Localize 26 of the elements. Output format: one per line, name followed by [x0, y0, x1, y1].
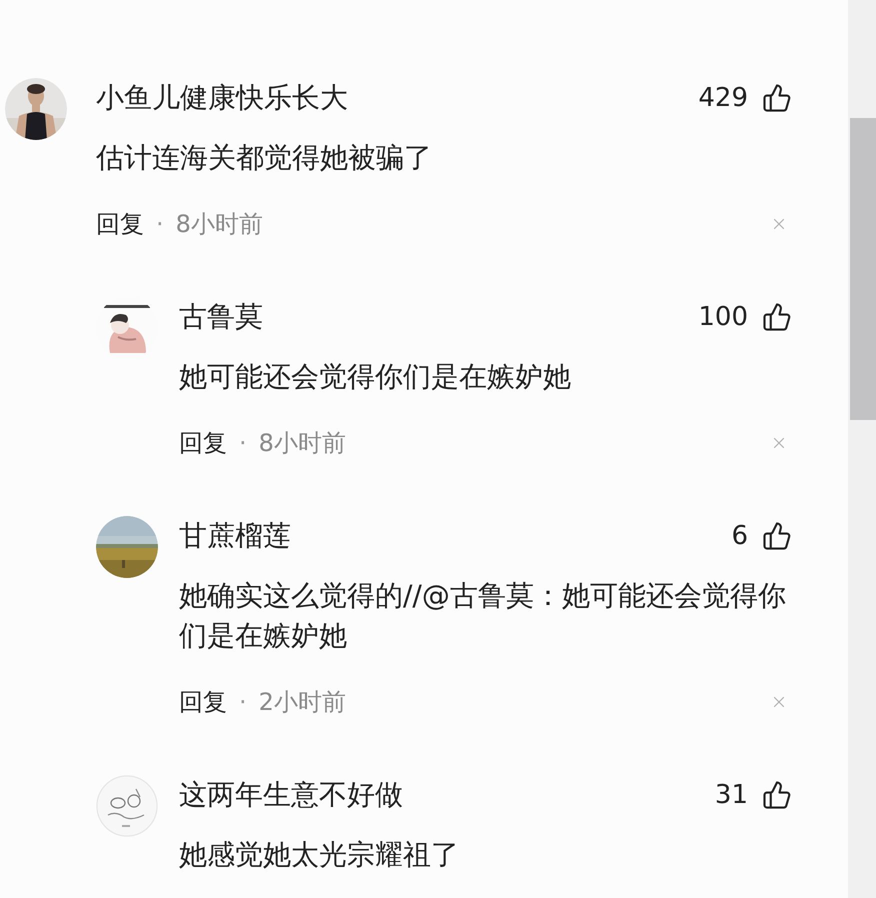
scrollbar-thumb[interactable] — [850, 118, 876, 420]
reply-link[interactable]: 回复 — [179, 684, 227, 720]
separator-dot: · — [239, 428, 247, 459]
separator-dot: · — [239, 687, 247, 718]
user-name[interactable]: 甘蔗榴莲 — [179, 515, 291, 557]
comment-text: 估计连海关都觉得她被骗了 — [96, 140, 433, 176]
comment-text: 她确实这么觉得的//@古鲁莫：她可能还会觉得你们是在嫉妒她 — [179, 578, 787, 654]
comment-time: 2小时前 — [258, 687, 346, 718]
user-name[interactable]: 小鱼儿健康快乐长大 — [96, 77, 348, 119]
thumbs-up-icon — [762, 83, 792, 113]
comment-time: 8小时前 — [176, 209, 263, 240]
user-name[interactable]: 古鲁莫 — [179, 296, 263, 338]
like-button[interactable]: 31 — [714, 776, 792, 814]
like-button[interactable]: 429 — [698, 78, 792, 118]
thumbs-up-icon — [762, 302, 792, 332]
like-button[interactable]: 6 — [731, 516, 792, 556]
comment-text: 她感觉她太光宗耀祖了 — [179, 837, 460, 873]
user-name[interactable]: 这两年生意不好做 — [179, 774, 403, 816]
separator-dot: · — [156, 209, 164, 240]
reply-link[interactable]: 回复 — [179, 425, 227, 461]
comment-text: 她可能还会觉得你们是在嫉妒她 — [179, 359, 572, 395]
reply-link[interactable]: 回复 — [96, 206, 144, 242]
thumbs-up-icon — [762, 780, 792, 810]
comment-time: 8小时前 — [258, 428, 346, 459]
thumbs-up-icon — [762, 521, 792, 551]
like-button[interactable]: 100 — [698, 298, 792, 336]
